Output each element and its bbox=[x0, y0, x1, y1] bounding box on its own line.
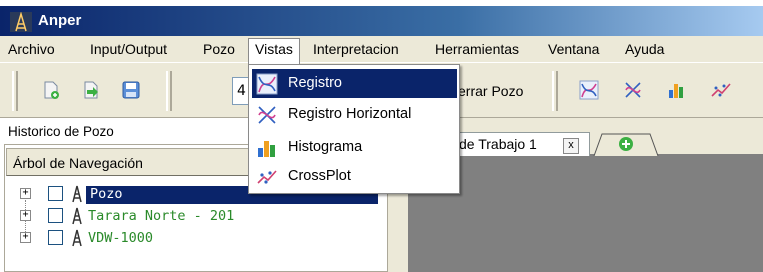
menu-item-label: CrossPlot bbox=[288, 168, 351, 184]
tree-item-label: VDW-1000 bbox=[88, 230, 154, 246]
log-curve-icon[interactable] bbox=[578, 79, 600, 101]
tab-label: de Trabajo 1 bbox=[459, 136, 537, 152]
workspace-canvas[interactable] bbox=[408, 154, 763, 272]
import-arrow-icon[interactable] bbox=[80, 79, 102, 101]
menu-vistas[interactable]: Vistas bbox=[248, 38, 300, 64]
menu-item-registro[interactable]: Registro bbox=[252, 69, 457, 98]
log-curve-icon bbox=[256, 73, 278, 95]
panel-title: Historico de Pozo bbox=[8, 124, 114, 139]
vistas-dropdown-menu: Registro Registro Horizontal Histograma … bbox=[248, 64, 460, 194]
menu-ventana[interactable]: Ventana bbox=[548, 40, 599, 60]
menu-item-registro-horizontal[interactable]: Registro Horizontal bbox=[252, 100, 457, 129]
toolbar-grip[interactable] bbox=[552, 71, 558, 111]
menu-input-output[interactable]: Input/Output bbox=[90, 40, 167, 60]
add-tab-icon[interactable] bbox=[592, 132, 662, 156]
oil-derrick-icon bbox=[72, 185, 82, 203]
menu-item-label: Registro bbox=[288, 75, 342, 91]
crossplot-icon[interactable] bbox=[710, 79, 732, 101]
crossplot-icon bbox=[257, 170, 277, 184]
title-bar: Anper bbox=[0, 6, 763, 36]
expand-icon[interactable]: + bbox=[20, 210, 31, 221]
horizontal-log-icon[interactable] bbox=[622, 79, 644, 101]
menu-item-label: Histograma bbox=[288, 139, 363, 155]
window-title: Anper bbox=[38, 12, 82, 29]
tree-item-vdw-1000[interactable]: + VDW-1000 bbox=[20, 228, 380, 248]
histogram-icon[interactable] bbox=[666, 79, 688, 101]
tree-item-label: Tarara Norte - 201 bbox=[88, 208, 235, 224]
tree-checkbox[interactable] bbox=[48, 230, 63, 245]
save-disk-icon[interactable] bbox=[120, 79, 142, 101]
oil-derrick-icon bbox=[10, 12, 32, 32]
menu-item-histograma[interactable]: Histograma bbox=[252, 133, 457, 162]
combo-value: 4 bbox=[237, 83, 246, 99]
cerrar-pozo-button[interactable]: errar Pozo bbox=[458, 83, 523, 99]
tree-item-tarara-norte[interactable]: + Tarara Norte - 201 bbox=[20, 206, 380, 226]
tree-checkbox[interactable] bbox=[48, 208, 63, 223]
menu-pozo[interactable]: Pozo bbox=[203, 40, 235, 60]
expand-icon[interactable]: + bbox=[20, 188, 31, 199]
menu-interpretacion[interactable]: Interpretacion bbox=[313, 40, 399, 60]
histogram-icon bbox=[258, 141, 275, 157]
new-document-icon[interactable] bbox=[40, 79, 62, 101]
menu-item-crossplot[interactable]: CrossPlot bbox=[252, 162, 457, 191]
menu-herramientas[interactable]: Herramientas bbox=[435, 40, 519, 60]
menu-bar: Archivo Input/Output Pozo Vistas Interpr… bbox=[0, 36, 763, 64]
oil-derrick-icon bbox=[72, 229, 82, 247]
menu-archivo[interactable]: Archivo bbox=[8, 40, 55, 60]
menu-ayuda[interactable]: Ayuda bbox=[625, 40, 664, 60]
toolbar-grip[interactable] bbox=[12, 71, 18, 111]
horizontal-log-icon bbox=[258, 106, 276, 124]
tab-close-button[interactable]: x bbox=[563, 138, 579, 154]
tree-checkbox[interactable] bbox=[48, 186, 63, 201]
menu-item-label: Registro Horizontal bbox=[288, 106, 412, 122]
toolbar-grip[interactable] bbox=[166, 71, 172, 111]
oil-derrick-icon bbox=[72, 207, 82, 225]
tab-espacio-trabajo-1[interactable]: de Trabajo 1 x bbox=[452, 132, 590, 156]
expand-icon[interactable]: + bbox=[20, 232, 31, 243]
